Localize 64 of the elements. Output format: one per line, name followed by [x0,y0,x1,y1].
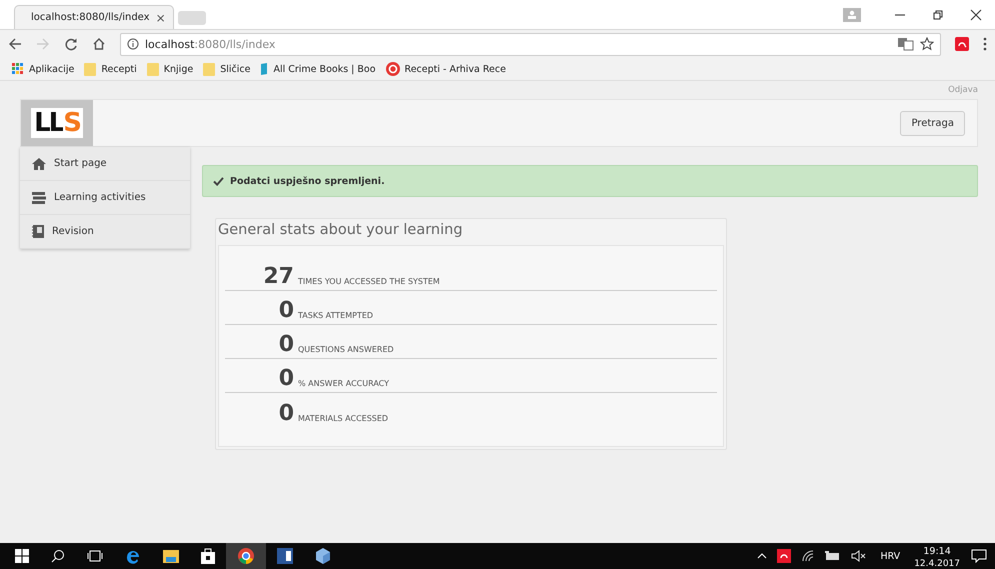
stat-value: 0 [278,300,294,322]
panel-title: General stats about your learning [218,221,464,240]
bookmark[interactable]: Aplikacije [12,63,74,75]
windows-start-icon[interactable] [15,549,29,563]
browser-tab[interactable]: localhost:8080/lls/index × [14,5,174,29]
notebook-icon [32,225,44,238]
antivirus-tray-icon[interactable] [777,549,792,563]
star-icon[interactable] [920,37,934,51]
word-document-icon[interactable] [277,548,293,564]
stat-value: 27 [262,266,294,288]
bookmark[interactable]: Recepti [84,62,137,76]
chevron-up-icon[interactable] [757,553,768,559]
edge-browser-icon[interactable] [125,548,141,564]
language-indicator[interactable]: HRV [880,550,900,562]
search-button[interactable]: Pretraga [900,110,965,136]
house-icon [32,158,46,170]
close-icon[interactable] [970,8,982,20]
bookmark[interactable]: Knjige [146,62,194,76]
back-arrow-icon[interactable] [8,37,22,51]
bookmark[interactable]: Recepti - Arhiva Rece [386,62,506,76]
apps-grid-icon [12,63,24,75]
sidebar-item[interactable]: Start page [20,147,190,181]
stat-value: 0 [278,334,294,356]
store-bag-icon[interactable] [201,548,215,564]
home-icon[interactable] [92,37,106,51]
translate-icon[interactable] [898,37,914,51]
stat-label: % ANSWER ACCURACY [298,379,390,390]
antivirus-extension-icon[interactable] [955,37,969,51]
success-alert: Podatci uspješno spremljeni. [202,165,978,197]
info-icon [127,38,139,50]
sidebar-item[interactable]: Revision [20,215,190,249]
stat-value: 0 [278,403,294,425]
tab-title: localhost:8080/lls/index [31,12,150,23]
stat-value: 0 [278,368,294,390]
speaker-muted-icon[interactable] [851,550,868,562]
stat-label: TIMES YOU ACCESSED THE SYSTEM [298,277,440,288]
cube-icon[interactable] [315,548,331,564]
stat-label: MATERIALS ACCESSED [298,414,388,425]
logo[interactable]: LLS [21,100,93,146]
checkmark-icon [213,176,224,186]
folder-icon [203,62,216,76]
stat-label: TASKS ATTEMPTED [298,311,374,322]
tab-close-button[interactable]: × [156,10,166,24]
bookmark[interactable]: Sličice [203,62,250,76]
clock-time[interactable]: 19:14 [923,546,951,558]
books-icon [32,192,46,204]
stat-label: QUESTIONS ANSWERED [298,345,394,356]
bookmark[interactable]: All Crime Books | Boo [260,62,376,76]
book-icon [260,62,268,76]
restore-icon[interactable] [932,8,944,20]
notification-icon[interactable] [971,549,987,563]
clock-date[interactable]: 12.4.2017 [914,558,960,569]
folder-icon [146,62,159,76]
sidebar-item[interactable]: Learning activities [20,181,190,215]
file-explorer-icon[interactable] [163,549,179,563]
task-view-icon[interactable] [87,550,103,562]
reload-icon[interactable] [64,37,78,51]
search-icon[interactable] [51,549,65,563]
wifi-icon[interactable] [801,549,816,563]
address-field[interactable]: localhost:8080/lls/index [120,32,941,56]
folder-icon [84,62,96,76]
chrome-browser-icon[interactable] [238,548,254,564]
menu-icon[interactable] [983,37,987,51]
site-logo-icon [386,62,400,76]
